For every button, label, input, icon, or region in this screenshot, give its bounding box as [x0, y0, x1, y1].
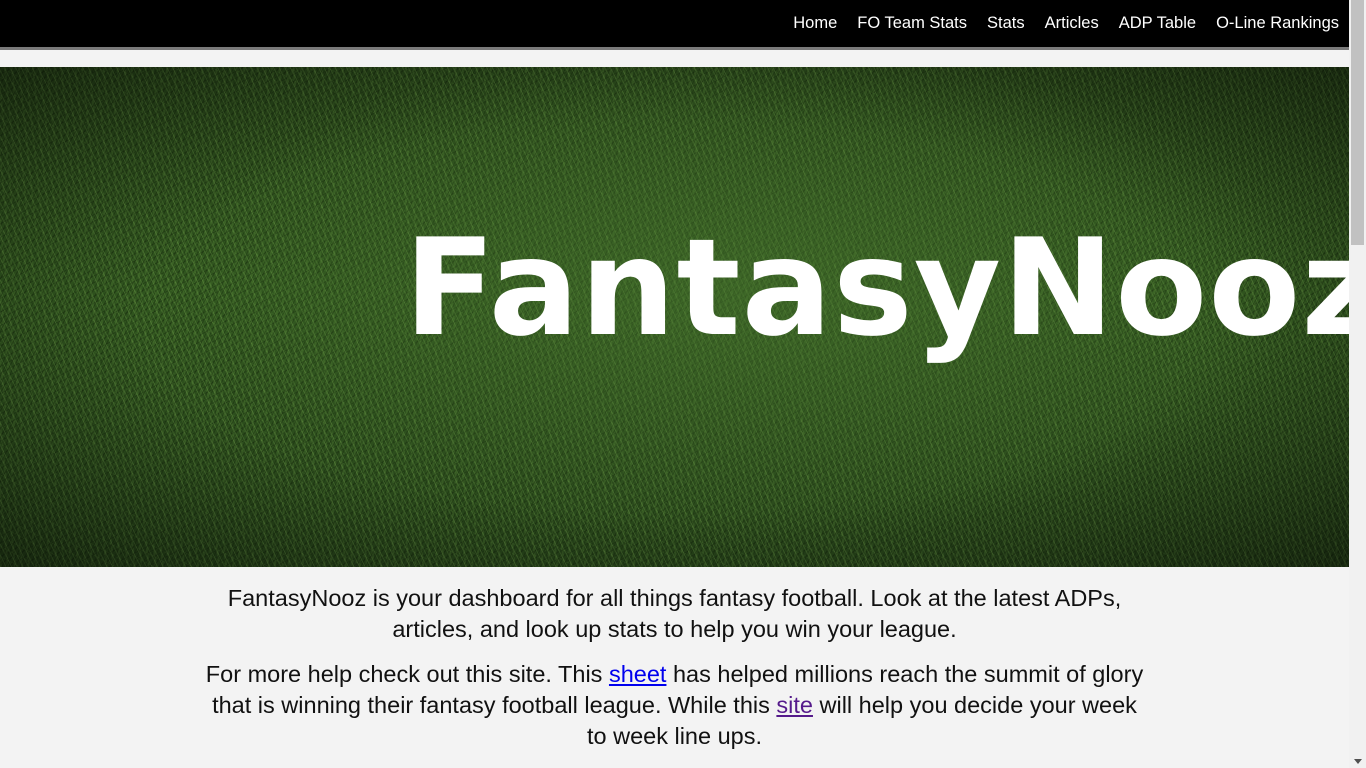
- scroll-down-arrow-icon[interactable]: [1354, 759, 1362, 764]
- site-link[interactable]: site: [776, 692, 813, 718]
- hero-banner-grass-image: FantasyNooz: [0, 67, 1349, 567]
- intro-content: FantasyNooz is your dashboard for all th…: [200, 583, 1149, 766]
- page: Home FO Team Stats Stats Articles ADP Ta…: [0, 0, 1366, 768]
- nav-link-stats[interactable]: Stats: [987, 14, 1025, 33]
- intro-paragraph: FantasyNooz is your dashboard for all th…: [227, 585, 1122, 642]
- top-navbar: Home FO Team Stats Stats Articles ADP Ta…: [0, 0, 1349, 50]
- nav-link-home[interactable]: Home: [793, 14, 837, 33]
- nav-link-articles[interactable]: Articles: [1045, 14, 1099, 33]
- nav-link-adp-table[interactable]: ADP Table: [1119, 14, 1196, 33]
- hero-title: FantasyNooz: [404, 210, 1349, 366]
- scrollbar-thumb[interactable]: [1351, 0, 1364, 245]
- vertical-scrollbar[interactable]: [1349, 0, 1366, 768]
- nav-link-o-line-rankings[interactable]: O-Line Rankings: [1216, 14, 1339, 33]
- nav-links: Home FO Team Stats Stats Articles ADP Ta…: [773, 0, 1339, 47]
- sheet-link[interactable]: sheet: [609, 661, 667, 687]
- help-text-before: For more help check out this site. This: [205, 661, 609, 687]
- viewport: Home FO Team Stats Stats Articles ADP Ta…: [0, 0, 1349, 768]
- help-paragraph: For more help check out this site. This …: [200, 659, 1149, 752]
- nav-link-fo-team-stats[interactable]: FO Team Stats: [857, 14, 967, 33]
